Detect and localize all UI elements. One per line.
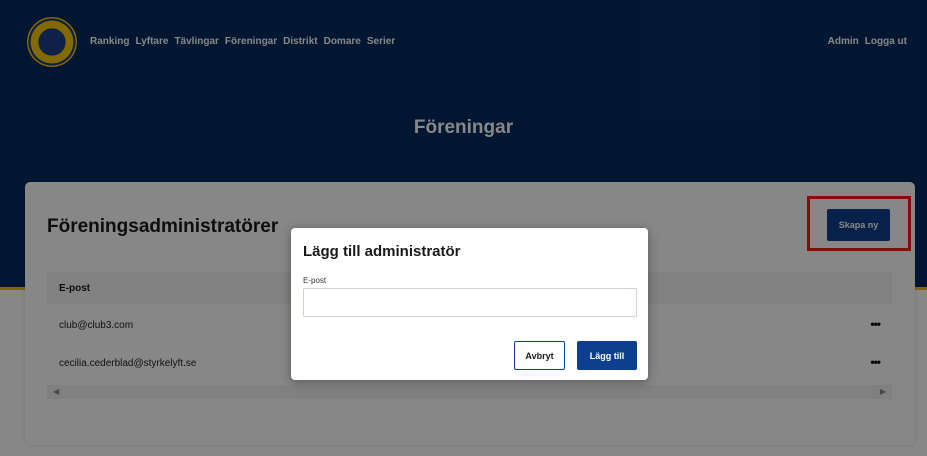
cancel-button[interactable]: Avbryt — [514, 341, 565, 370]
dialog-title: Lägg till administratör — [303, 243, 461, 260]
add-button[interactable]: Lägg till — [577, 341, 637, 370]
add-admin-dialog: Lägg till administratör E-post Avbryt Lä… — [291, 228, 648, 380]
email-field[interactable] — [303, 288, 637, 317]
email-label: E-post — [303, 276, 327, 285]
